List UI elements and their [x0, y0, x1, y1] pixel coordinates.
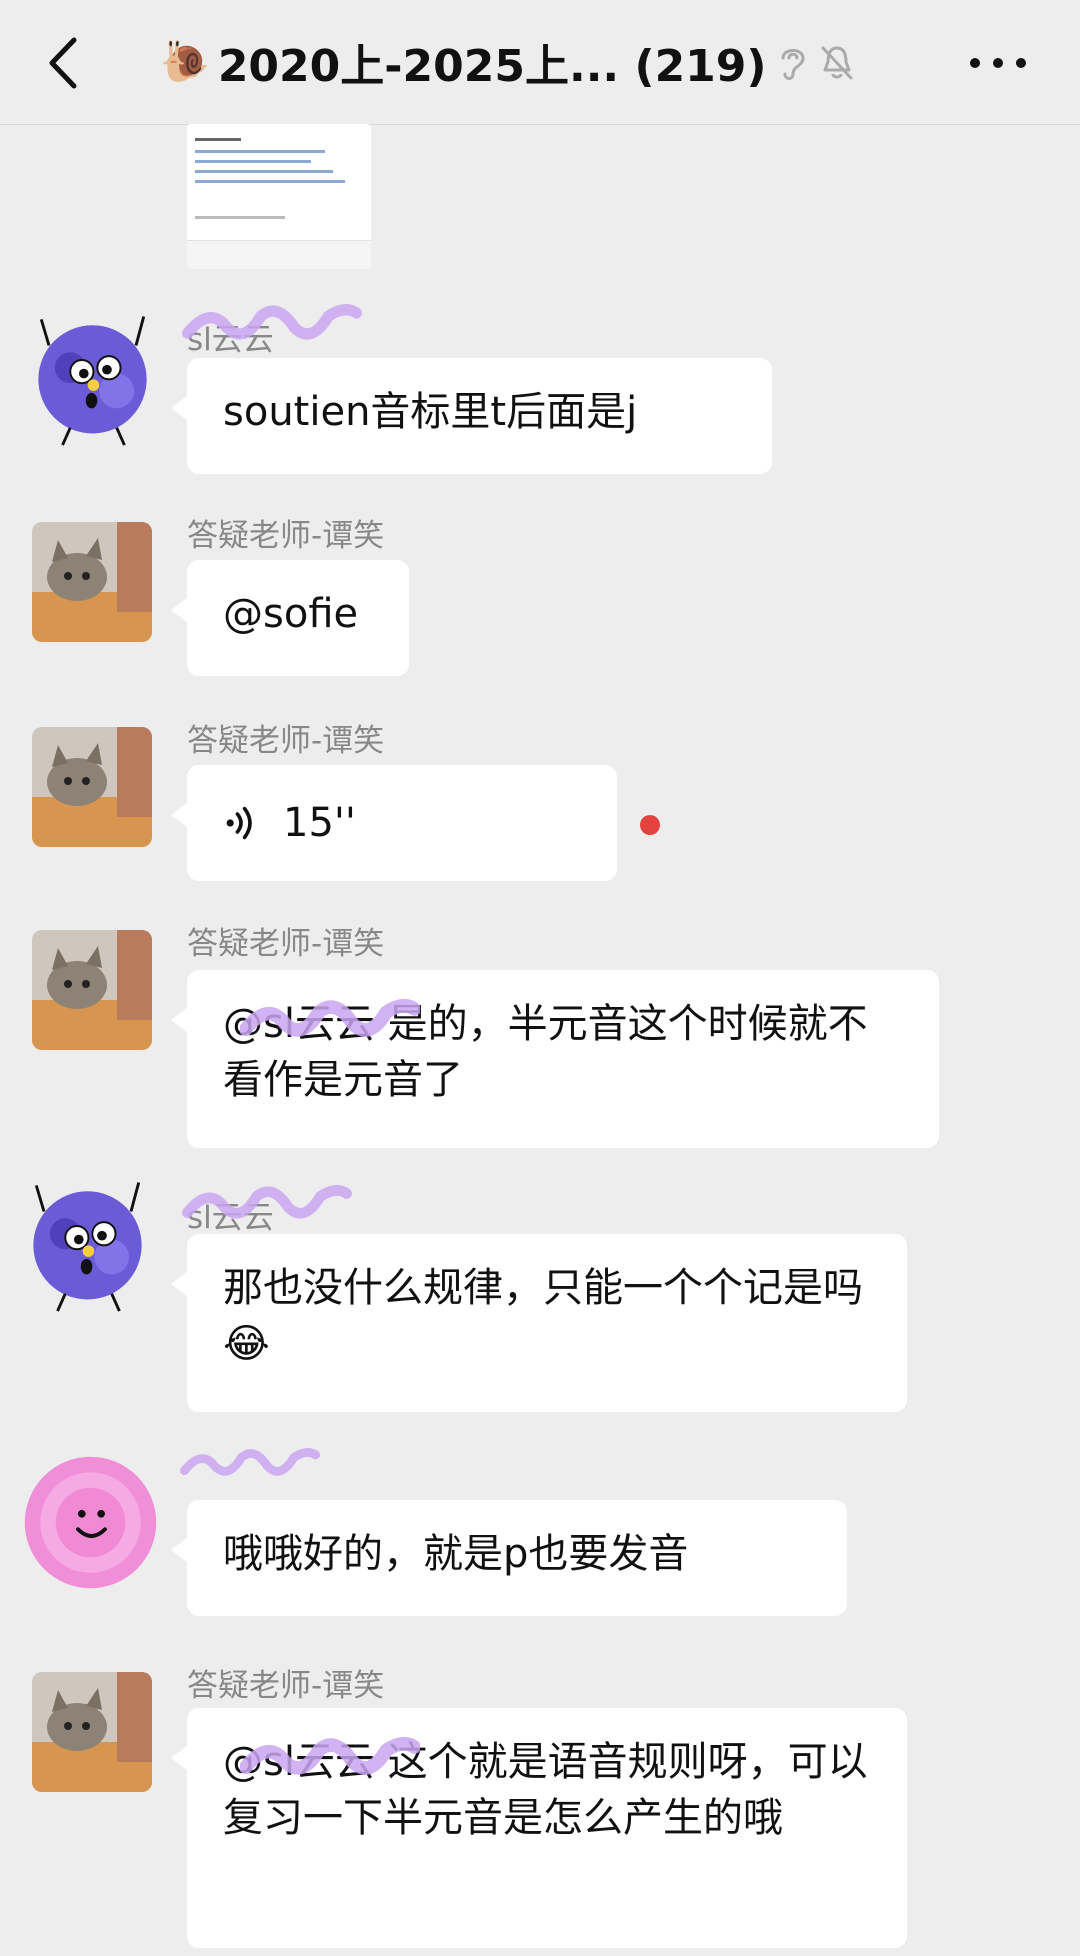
- chat-title: 2020上-2025上... (219): [217, 41, 767, 92]
- voice-message-bubble[interactable]: 15'': [171, 765, 617, 881]
- sender-name: 答疑老师-谭笑: [187, 723, 385, 759]
- snail-emoji-icon: 🐌: [160, 39, 210, 85]
- more-icon[interactable]: [968, 42, 1028, 78]
- voice-wave-icon: [226, 806, 252, 840]
- mute-bell-icon: [821, 46, 853, 80]
- cat-photo-avatar[interactable]: [32, 930, 152, 1050]
- redaction-scribble: [182, 1185, 352, 1219]
- shared-image-thumbnail[interactable]: [187, 124, 371, 269]
- purple-scribble-avatar[interactable]: [15, 1168, 160, 1313]
- voice-duration: 15'': [283, 800, 356, 846]
- cat-photo-avatar[interactable]: [32, 1672, 152, 1792]
- message-bubble[interactable]: 哦哦好的，就是p也要发音: [171, 1500, 847, 1616]
- pink-scribble-avatar[interactable]: [18, 1450, 163, 1595]
- back-chevron-icon[interactable]: [40, 28, 90, 98]
- purple-scribble-avatar[interactable]: [20, 302, 165, 447]
- chat-title-area[interactable]: 🐌 2020上-2025上... (219): [160, 30, 900, 94]
- redaction-scribble: [240, 1737, 420, 1775]
- cat-photo-avatar[interactable]: [32, 522, 152, 642]
- chat-header: 🐌 2020上-2025上... (219): [0, 0, 1080, 125]
- message-bubble[interactable]: @sofie: [171, 560, 409, 676]
- sender-name: 答疑老师-谭笑: [187, 926, 385, 962]
- message-bubble[interactable]: 那也没什么规律，只能一个个记是吗😂: [171, 1234, 907, 1412]
- cat-photo-avatar[interactable]: [32, 727, 152, 847]
- redaction-scribble: [182, 304, 362, 340]
- ear-icon: [781, 49, 805, 80]
- redaction-scribble: [240, 999, 420, 1037]
- message-bubble[interactable]: soutien音标里t后面是j: [171, 358, 772, 474]
- sender-name: 答疑老师-谭笑: [187, 518, 385, 554]
- thumbnail-toolbar: [187, 240, 371, 269]
- sender-name: 答疑老师-谭笑: [187, 1668, 385, 1704]
- unread-voice-dot: [640, 815, 660, 835]
- redaction-scribble: [180, 1448, 320, 1476]
